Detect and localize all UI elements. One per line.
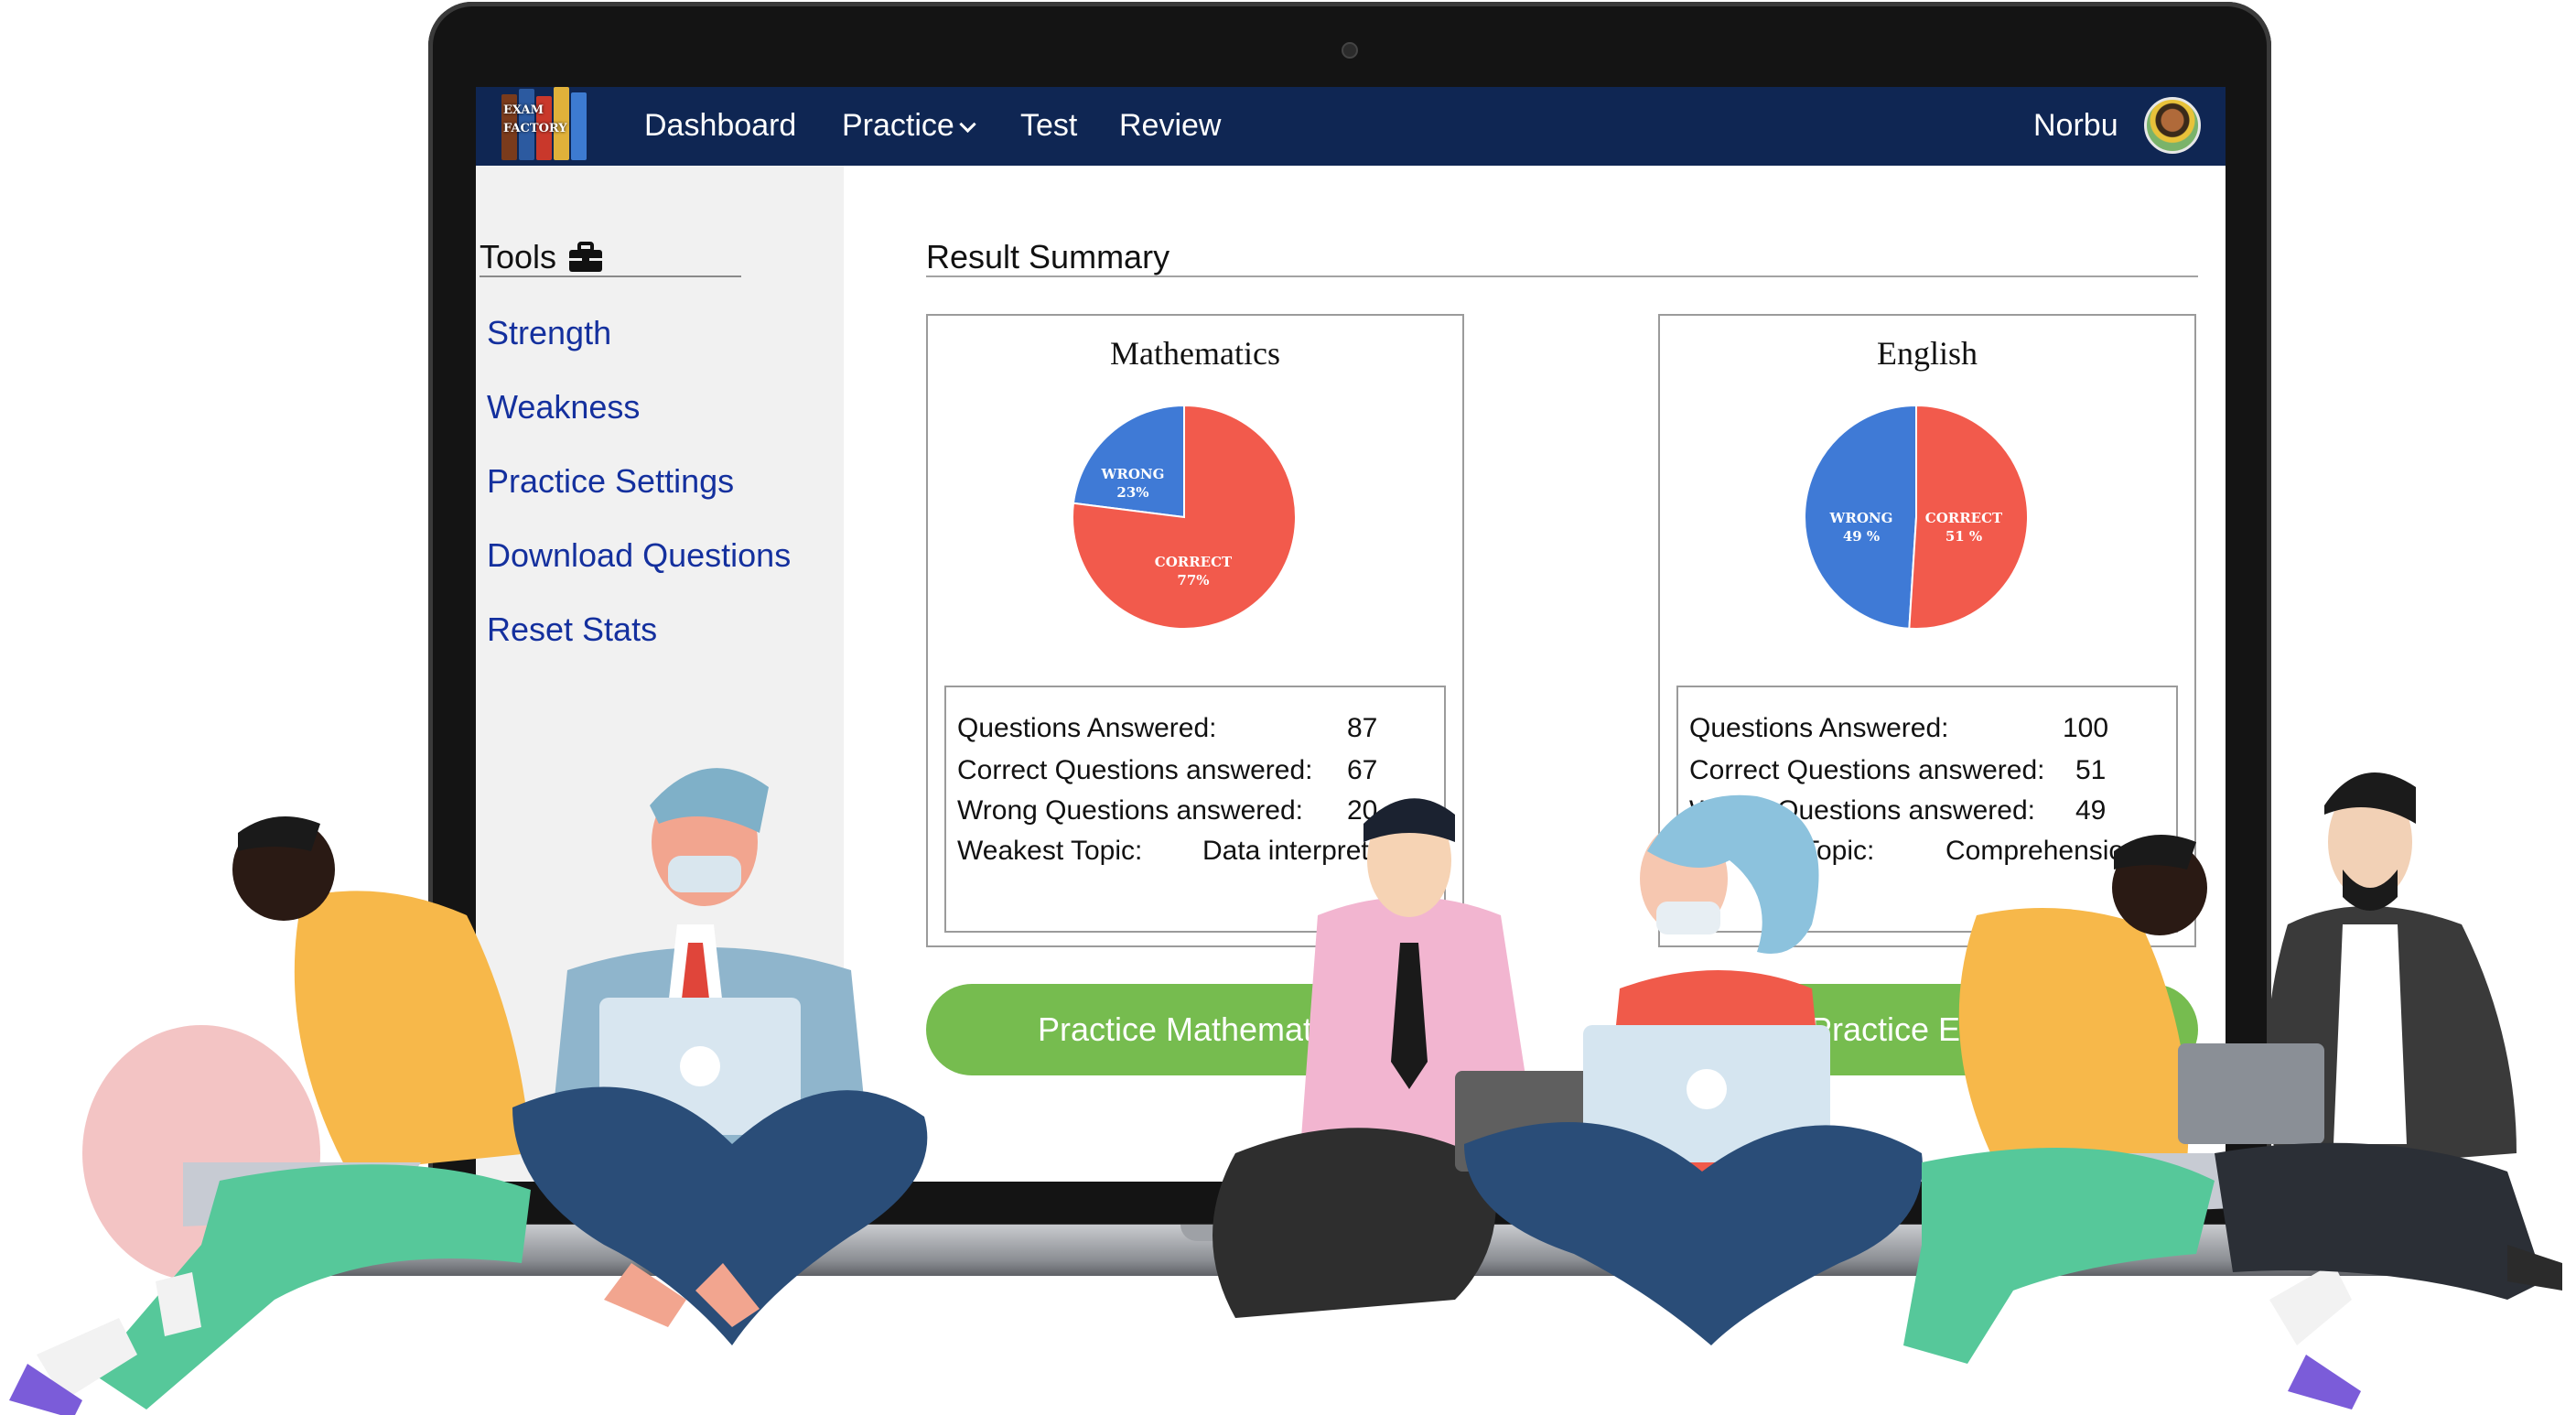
person-pink-shirt-tie <box>1213 798 1592 1318</box>
person-blue-crosslegged <box>512 768 928 1345</box>
person-dark-jacket-beard <box>2178 772 2562 1300</box>
people-with-laptops-illustration <box>9 768 2562 1415</box>
person-ponytail-laptop <box>1464 794 1923 1345</box>
